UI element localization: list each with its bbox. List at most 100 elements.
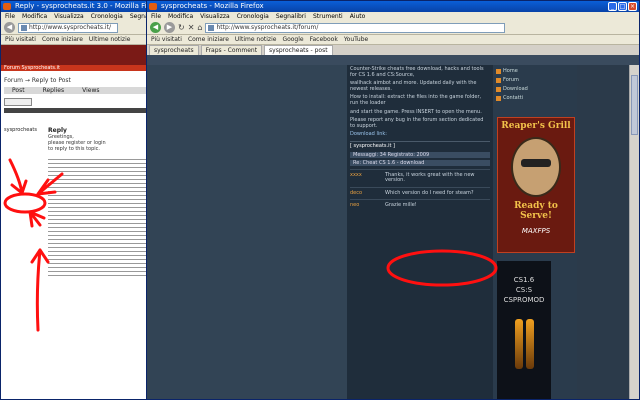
front-bookmarks-bar: Più visitati Come iniziare Ultime notizi… — [147, 35, 639, 45]
page-content: Counter-Strike cheats free download, hac… — [147, 65, 639, 399]
menu-edit[interactable]: Modifica — [168, 12, 193, 21]
menu-view[interactable]: Visualizza — [54, 12, 84, 21]
bookmark-item[interactable]: Facebook — [310, 35, 338, 44]
ad2-line: CSPROMOD — [503, 296, 545, 304]
bookmark-item[interactable]: Ultime notizie — [89, 35, 131, 44]
ad-mascot-icon — [511, 137, 561, 197]
bookmark-item[interactable]: Google — [282, 35, 303, 44]
post-info-bar: Re: Cheat CS 1.6 - download — [350, 159, 490, 166]
bookmark-item[interactable]: Più visitati — [5, 35, 36, 44]
back-url-input[interactable]: http://www.sysprocheats.it/ — [18, 22, 118, 33]
forward-arrow-icon[interactable]: ▶ — [164, 22, 175, 33]
sidebar-item[interactable]: Forum — [496, 77, 574, 83]
menu-edit[interactable]: Modifica — [22, 12, 47, 21]
back-bookmarks-bar: Più visitati Come iniziare Ultime notizi… — [1, 35, 155, 45]
back-tabstrip — [4, 108, 152, 113]
reply-username[interactable]: xxxx — [350, 172, 382, 184]
front-menubar: File Modifica Visualizza Cronologia Segn… — [147, 12, 639, 21]
reload-icon[interactable]: ↻ — [178, 23, 185, 32]
menu-view[interactable]: Visualizza — [200, 12, 230, 21]
ad-brand: MAXFPS — [521, 227, 551, 235]
close-icon[interactable]: × — [628, 2, 637, 11]
menu-file[interactable]: File — [5, 12, 15, 21]
menu-file[interactable]: File — [151, 12, 161, 21]
bookmark-item[interactable]: Ultime notizie — [235, 35, 277, 44]
reply-text: Grazie mille! — [385, 202, 417, 209]
download-link[interactable]: Download link: — [350, 132, 490, 138]
thead-views: Views — [82, 87, 100, 94]
sidebar-item[interactable]: Download — [496, 86, 574, 92]
menu-history[interactable]: Cronologia — [91, 12, 123, 21]
bookmark-item[interactable]: Come iniziare — [188, 35, 229, 44]
bullet-icon — [496, 78, 501, 83]
reply-username[interactable]: deco — [350, 190, 382, 197]
tab-item[interactable]: sysprocheats — [149, 45, 199, 55]
post-paragraph: and start the game. Press INSERT to open… — [350, 108, 482, 115]
post-heading: Reply — [48, 127, 67, 134]
ad2-bar — [514, 319, 523, 369]
breadcrumb[interactable]: Forum → Reply to Post — [4, 77, 152, 84]
front-navbar: ◀ ▶ ↻ ✕ ⌂ http://www.sysprocheats.it/for… — [147, 21, 639, 35]
bullet-icon — [496, 96, 501, 101]
ad2-line: CS:S — [515, 286, 533, 294]
home-icon[interactable]: ⌂ — [197, 23, 202, 32]
post-paragraph: Counter-Strike cheats free download, hac… — [350, 66, 484, 78]
bookmark-item[interactable]: YouTube — [344, 35, 368, 44]
back-navbar: ◀ http://www.sysprocheats.it/ — [1, 21, 155, 35]
reply-username[interactable]: neo — [350, 203, 382, 209]
post-signature: [ sysprocheats.it ] — [350, 140, 490, 150]
bookmark-item[interactable]: Come iniziare — [42, 35, 83, 44]
front-browser-window: sysprocheats - Mozilla Firefox _ □ × Fil… — [146, 0, 640, 400]
window-controls: _ □ × — [608, 2, 637, 11]
post-paragraph: How to install: extract the files into t… — [350, 94, 482, 106]
tab-item[interactable]: Fraps - Comment — [200, 45, 263, 55]
post-text: Greetings, please register or login to r… — [48, 134, 106, 152]
reply-row: neo Grazie mille! — [350, 199, 490, 209]
back-window-title: Reply - sysprocheats.it 3.0 - Mozilla Fi… — [15, 2, 155, 10]
front-window-title: sysprocheats - Mozilla Firefox — [161, 2, 264, 10]
vertical-scrollbar[interactable] — [629, 65, 639, 399]
menu-history[interactable]: Cronologia — [237, 12, 269, 21]
site-favicon — [21, 24, 27, 31]
login-box[interactable] — [4, 98, 32, 106]
forum-post-main: Counter-Strike cheats free download, hac… — [347, 65, 493, 399]
firefox-icon — [3, 3, 11, 10]
site-header-banner: Forum Sysprocheats.it — [1, 45, 155, 71]
stop-icon[interactable]: ✕ — [188, 23, 195, 32]
post-username[interactable]: sysprocheats — [4, 127, 44, 276]
maximize-icon[interactable]: □ — [618, 2, 627, 11]
back-menubar: File Modifica Visualizza Cronologia Segn… — [1, 12, 155, 21]
reply-text: Thanks, it works great with the new vers… — [385, 171, 475, 184]
front-window-titlebar: sysprocheats - Mozilla Firefox _ □ × — [147, 1, 639, 12]
bullet-icon — [496, 87, 501, 92]
front-url-input[interactable]: http://www.sysprocheats.it/forum/ — [205, 22, 506, 33]
back-post: sysprocheats Reply Greetings, please reg… — [4, 127, 152, 276]
bookmark-item[interactable]: Più visitati — [151, 35, 182, 44]
bullet-icon — [496, 69, 501, 74]
back-browser-window: Reply - sysprocheats.it 3.0 - Mozilla Fi… — [0, 0, 156, 400]
reapers-grill-ad[interactable]: Reaper's Grill Ready to Serve! MAXFPS — [497, 117, 575, 253]
site-favicon — [208, 24, 215, 31]
tab-item-active[interactable]: sysprocheats - post — [264, 45, 333, 55]
post-paragraph: wallhack aimbot and more. Updated daily … — [350, 80, 477, 92]
menu-bookmarks[interactable]: Segnalibri — [276, 12, 306, 21]
ad2-bar — [525, 319, 534, 369]
ad2-graphic — [509, 319, 539, 369]
menu-tools[interactable]: Strumenti — [313, 12, 343, 21]
menu-help[interactable]: Aiuto — [350, 12, 366, 21]
thead-post: Post — [12, 87, 25, 94]
ad-title: Reaper's Grill — [501, 121, 571, 131]
minimize-icon[interactable]: _ — [608, 2, 617, 11]
scrollbar-thumb[interactable] — [631, 75, 638, 135]
sidebar-item[interactable]: Home — [496, 68, 574, 74]
back-arrow-icon[interactable]: ◀ — [150, 22, 161, 33]
back-page-body: Forum → Reply to Post Post Replies Views… — [1, 71, 155, 278]
post-info-bar: Messaggi: 34 Registrato: 2009 — [350, 151, 490, 158]
post-body-lines — [48, 156, 152, 276]
back-arrow-icon[interactable]: ◀ — [4, 22, 15, 33]
sidebar-item[interactable]: Contatti — [496, 95, 574, 101]
site-redbar: Forum Sysprocheats.it — [1, 65, 155, 71]
cspromod-ad[interactable]: CS1.6 CS:S CSPROMOD — [497, 261, 551, 399]
back-window-titlebar: Reply - sysprocheats.it 3.0 - Mozilla Fi… — [1, 1, 155, 12]
reply-text: Which version do I need for steam? — [385, 189, 474, 196]
